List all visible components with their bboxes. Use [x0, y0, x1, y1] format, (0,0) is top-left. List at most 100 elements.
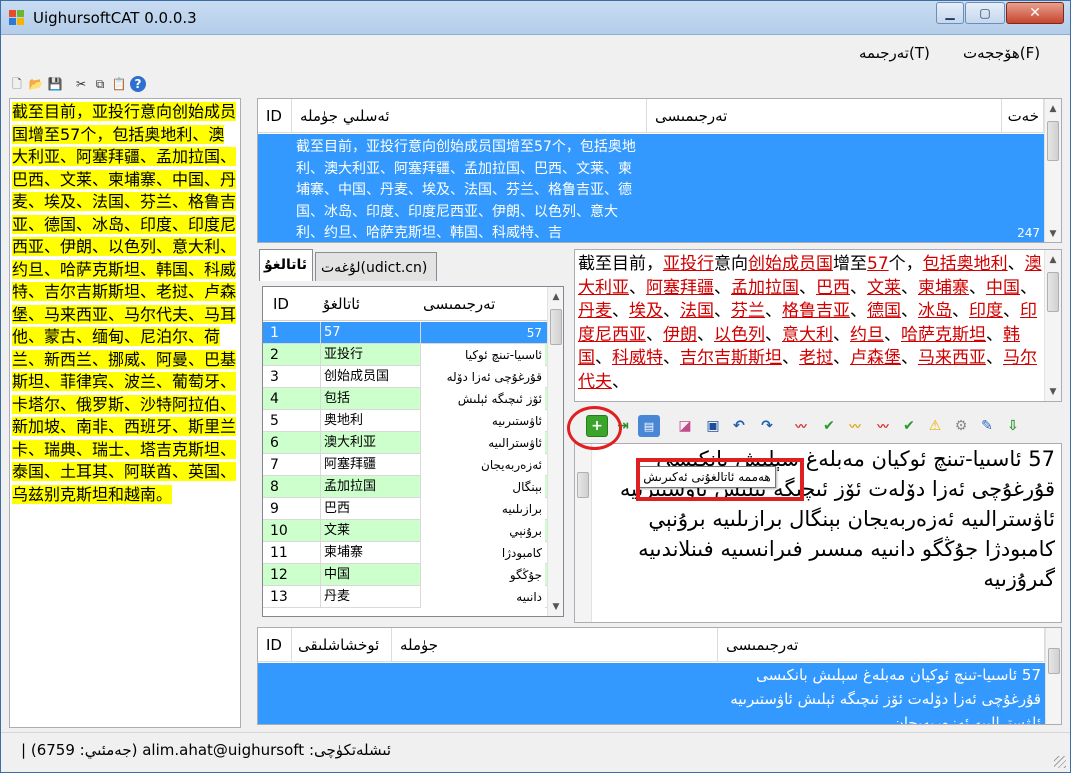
- segments-grid[interactable]: ID ئەسلىي جۈملە تەرجىمىسى خەت 截至目前，亚投行意向…: [257, 98, 1062, 243]
- col-header-id[interactable]: ID: [258, 99, 292, 133]
- matched-term[interactable]: 芬兰: [731, 301, 765, 321]
- matched-term[interactable]: 德国: [867, 301, 901, 321]
- source-segment-view[interactable]: 截至目前，亚投行意向创始成员国增至57个，包括奥地利、澳大利亚、阿塞拜疆、孟加拉…: [574, 249, 1062, 402]
- underline-icon[interactable]: 〰: [872, 415, 894, 437]
- matched-term[interactable]: 57: [867, 254, 889, 274]
- open-icon[interactable]: 📂: [28, 76, 44, 92]
- title-bar[interactable]: UighursoftCAT 0.0.0.3 ▁ ▢ ✕: [1, 1, 1070, 35]
- segment-id-cell[interactable]: [258, 134, 292, 242]
- insert-table-icon[interactable]: ▤: [638, 415, 660, 437]
- target-scrollbar[interactable]: [575, 444, 592, 622]
- commit-icon[interactable]: ⇩: [1002, 415, 1024, 437]
- terms-col-translation[interactable]: تەرجىمىسى: [423, 287, 543, 321]
- matched-term[interactable]: 丹麦: [578, 301, 612, 321]
- matched-term[interactable]: 马来西亚: [918, 348, 986, 368]
- scroll-thumb[interactable]: [1048, 648, 1060, 674]
- terms-col-term[interactable]: ئاتالغۇ: [323, 287, 421, 321]
- mem-col-id[interactable]: ID: [258, 628, 292, 662]
- save-segment-icon[interactable]: ▣: [702, 415, 724, 437]
- scroll-down-icon[interactable]: ▼: [548, 599, 563, 615]
- maximize-button[interactable]: ▢: [965, 2, 1005, 24]
- term-row[interactable]: 1 57 57: [263, 322, 547, 344]
- mem-col-sentence[interactable]: جۈملە: [392, 628, 718, 662]
- term-row[interactable]: 7 阿塞拜疆 ئەزەربەيجان: [263, 454, 547, 476]
- confirm-icon[interactable]: ✔: [898, 415, 920, 437]
- matched-term[interactable]: 约旦: [850, 325, 884, 345]
- matched-term[interactable]: 老挝: [799, 348, 833, 368]
- terms-col-id[interactable]: ID: [273, 287, 289, 321]
- matched-term[interactable]: 伊朗: [663, 325, 697, 345]
- help-icon[interactable]: ?: [130, 76, 146, 92]
- memory-grid[interactable]: ID ئوخشاشلىقى جۈملە تەرجىمىسى 57 ئاسىيا-…: [257, 627, 1062, 725]
- segments-scrollbar[interactable]: ▲ ▼: [1044, 99, 1061, 242]
- settings-icon[interactable]: ⚙: [950, 415, 972, 437]
- scroll-thumb[interactable]: [577, 472, 589, 498]
- mem-translation-cell[interactable]: 57 ئاسىيا-تىنچ ئوكيان مەبلەغ سېلىش بانكى…: [718, 663, 1045, 724]
- scroll-down-icon[interactable]: ▼: [1045, 384, 1061, 400]
- terms-grid[interactable]: ID ئاتالغۇ تەرجىمىسى 1 57 57 2 亚投行 ئاسىيا-تىن…: [262, 286, 564, 617]
- scroll-up-icon[interactable]: ▲: [1045, 101, 1061, 117]
- paste-icon[interactable]: 📋: [111, 76, 127, 92]
- source-document-editor[interactable]: 截至目前，亚投行意向创始成员国增至57个，包括奥地利、澳大利亚、阿塞拜疆、孟加拉…: [9, 98, 241, 728]
- scroll-down-icon[interactable]: ▼: [1045, 226, 1061, 242]
- new-icon[interactable]: 🗋: [9, 76, 25, 92]
- term-row[interactable]: 3 创始成员国 قۇرغۇچى ئەزا دۆلە: [263, 366, 547, 388]
- menu-translate[interactable]: تەرجىمە(T): [859, 44, 930, 62]
- eraser-icon[interactable]: ◪: [674, 415, 696, 437]
- term-row[interactable]: 9 巴西 برازىلىيە: [263, 498, 547, 520]
- minimize-button[interactable]: ▁: [936, 2, 964, 24]
- term-row[interactable]: 4 包括 ئۆز ئىچىگە ئېلىش: [263, 388, 547, 410]
- terms-scrollbar[interactable]: ▲ ▼: [547, 287, 563, 616]
- col-header-source[interactable]: ئەسلىي جۈملە: [292, 99, 647, 133]
- scroll-thumb[interactable]: [1047, 121, 1059, 161]
- save-icon[interactable]: 💾: [47, 76, 63, 92]
- col-header-status[interactable]: خەت: [1002, 99, 1044, 133]
- matched-term[interactable]: 中国: [986, 278, 1020, 298]
- cut-icon[interactable]: ✂: [73, 76, 89, 92]
- matched-term[interactable]: 印度: [969, 301, 1003, 321]
- segment-target-cell[interactable]: [647, 134, 1002, 242]
- matched-term[interactable]: 包括奥地利: [923, 254, 1008, 274]
- mem-col-match[interactable]: ئوخشاشلىقى: [292, 628, 392, 662]
- scroll-thumb[interactable]: [1047, 272, 1059, 312]
- tab-udict[interactable]: لۇغەت(udict.cn): [315, 252, 437, 281]
- matched-term[interactable]: 科威特: [612, 348, 663, 368]
- matched-term[interactable]: 柬埔寨: [918, 278, 969, 298]
- matched-term[interactable]: 孟加拉国: [731, 278, 799, 298]
- undo-icon[interactable]: ↶: [728, 415, 750, 437]
- matched-term[interactable]: 冰岛: [918, 301, 952, 321]
- segment-status-cell[interactable]: 247: [1002, 134, 1044, 242]
- close-button[interactable]: ✕: [1006, 2, 1064, 24]
- matched-term[interactable]: 巴西: [816, 278, 850, 298]
- segment-source-cell[interactable]: 截至目前，亚投行意向创始成员国增至57个，包括奥地利、澳大利亚、阿塞拜疆、孟加拉…: [292, 134, 647, 242]
- redo-icon[interactable]: ↷: [756, 415, 778, 437]
- scroll-thumb[interactable]: [550, 309, 562, 345]
- matched-term[interactable]: 以色列: [714, 325, 765, 345]
- term-row[interactable]: 12 中国 جۇڭگو: [263, 564, 547, 586]
- tab-terms[interactable]: ئاتالغۇ: [259, 249, 313, 281]
- matched-term[interactable]: 法国: [680, 301, 714, 321]
- menu-file[interactable]: هۆججەت(F): [963, 44, 1040, 62]
- scroll-up-icon[interactable]: ▲: [1045, 252, 1061, 268]
- memory-scrollbar[interactable]: [1045, 628, 1061, 724]
- matched-term[interactable]: 意大利: [782, 325, 833, 345]
- matched-term[interactable]: 创始成员国: [748, 254, 833, 274]
- matched-term[interactable]: 亚投行: [663, 254, 714, 274]
- mem-match-cell[interactable]: [292, 663, 392, 724]
- term-row[interactable]: 8 孟加拉国 بېنگال: [263, 476, 547, 498]
- matched-term[interactable]: 阿塞拜疆: [646, 278, 714, 298]
- scroll-up-icon[interactable]: ▲: [548, 289, 563, 305]
- copy-icon[interactable]: ⧉: [92, 76, 108, 92]
- term-row[interactable]: 10 文莱 برۇنېي: [263, 520, 547, 542]
- col-header-target[interactable]: تەرجىمىسى: [647, 99, 1002, 133]
- matched-term[interactable]: 埃及: [629, 301, 663, 321]
- document-check-icon[interactable]: ✎: [976, 415, 998, 437]
- term-row[interactable]: 2 亚投行 ئاسىيا-تىنچ ئوكيا: [263, 344, 547, 366]
- grammar-icon[interactable]: 〰: [844, 415, 866, 437]
- spell-check-icon[interactable]: 〰: [790, 415, 812, 437]
- mem-id-cell[interactable]: [258, 663, 292, 724]
- matched-term[interactable]: 格鲁吉亚: [782, 301, 850, 321]
- term-row[interactable]: 11 柬埔寨 كامبودژا: [263, 542, 547, 564]
- check-spelling-icon[interactable]: ✔: [818, 415, 840, 437]
- matched-term[interactable]: 哈萨克斯坦: [901, 325, 986, 345]
